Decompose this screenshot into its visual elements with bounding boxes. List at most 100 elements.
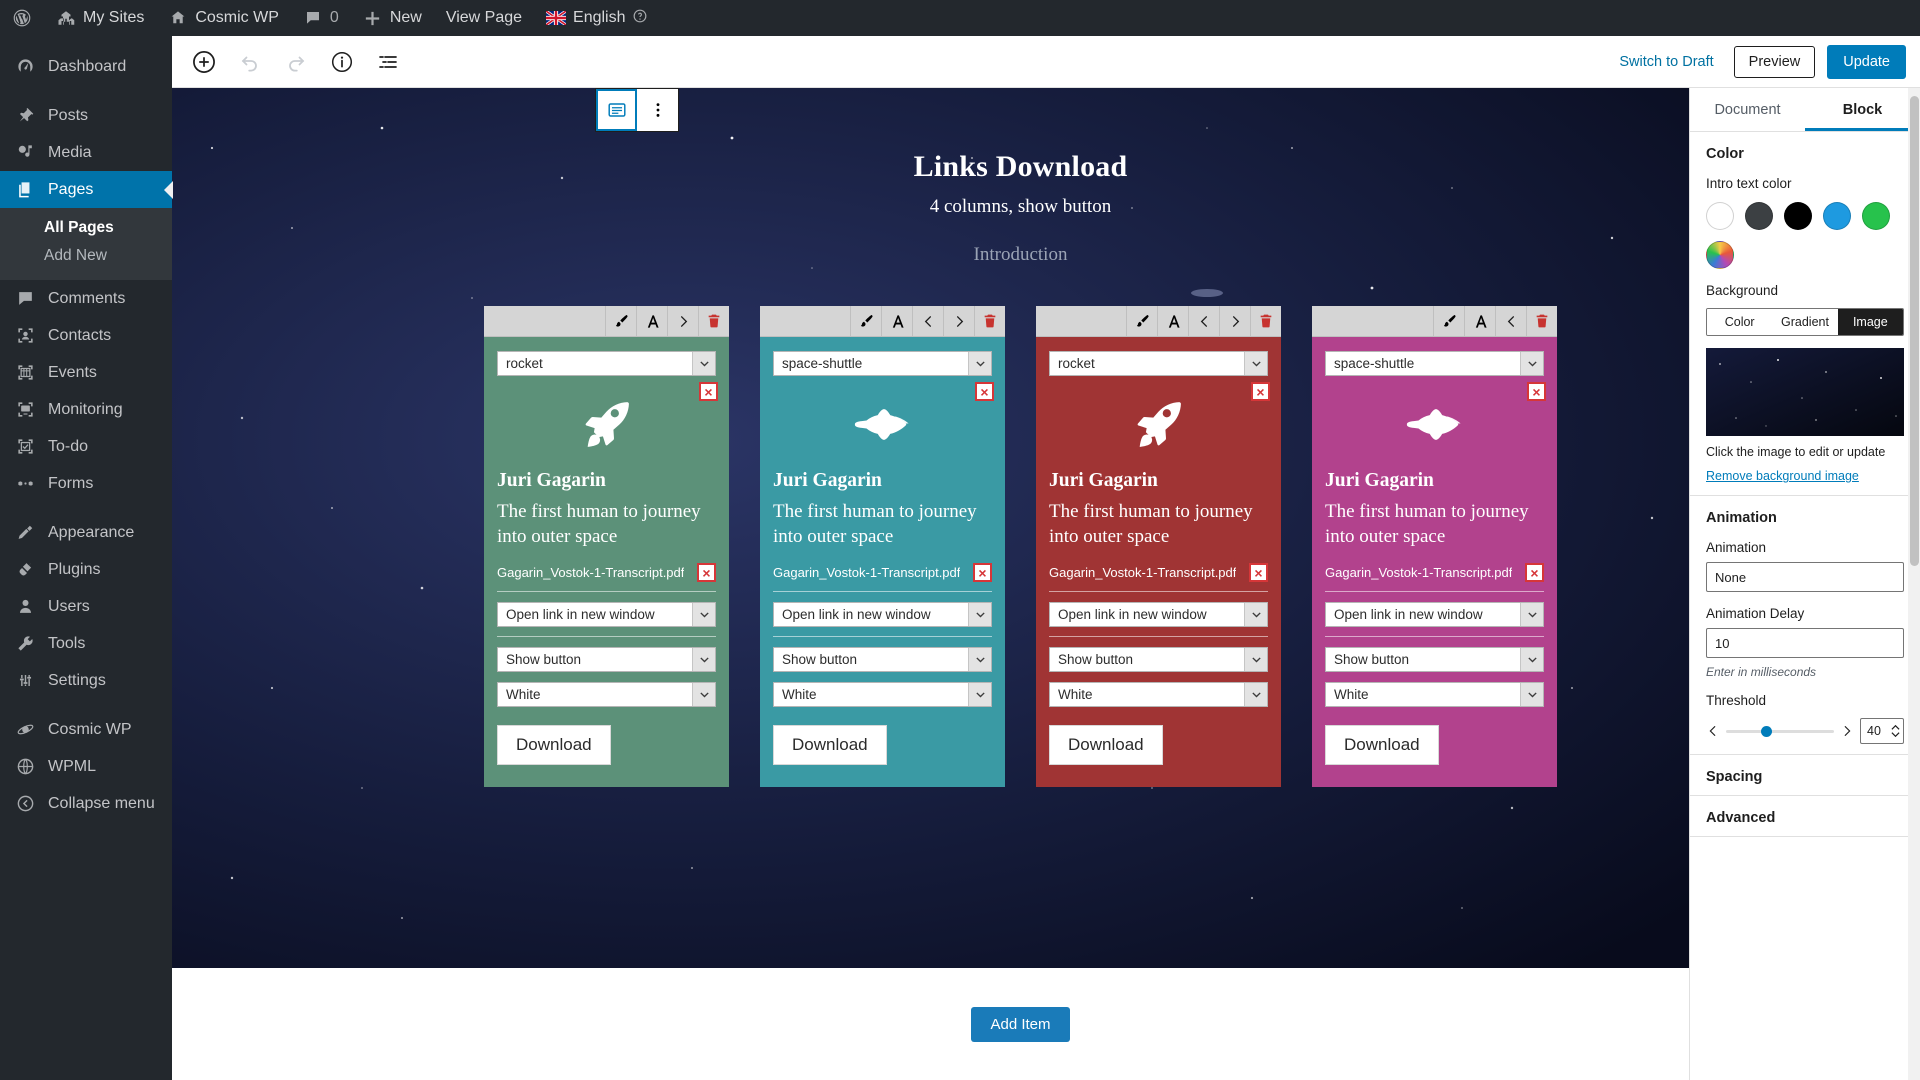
help-icon[interactable] xyxy=(633,9,647,28)
brush-icon[interactable] xyxy=(1126,305,1157,337)
sidebar-item-contacts[interactable]: Contacts xyxy=(0,317,172,354)
trash-icon[interactable] xyxy=(1526,305,1557,337)
sidebar-item-events[interactable]: Events xyxy=(0,354,172,391)
chevron-left-icon[interactable] xyxy=(912,305,943,337)
update-button[interactable]: Update xyxy=(1827,44,1906,79)
sidebar-item-plugins[interactable]: Plugins xyxy=(0,551,172,588)
display-mode-select[interactable]: Show button xyxy=(1325,647,1544,673)
sidebar-item-collapse-menu[interactable]: Collapse menu xyxy=(0,785,172,822)
remove-icon-button[interactable]: × xyxy=(975,382,994,401)
bg-tab-color[interactable]: Color xyxy=(1707,309,1773,335)
add-block-icon[interactable] xyxy=(186,44,222,80)
download-button[interactable]: Download xyxy=(773,725,887,766)
sidebar-item-media[interactable]: Media xyxy=(0,134,172,171)
button-color-select[interactable]: White xyxy=(773,682,992,708)
download-button[interactable]: Download xyxy=(1325,725,1439,766)
download-button[interactable]: Download xyxy=(1049,725,1163,766)
paragraph-block-icon[interactable] xyxy=(596,89,637,131)
sidebar-scrollbar[interactable] xyxy=(1908,88,1920,1080)
sidebar-item-todo[interactable]: To-do xyxy=(0,428,172,465)
threshold-slider[interactable] xyxy=(1726,725,1834,737)
chevron-right-icon[interactable] xyxy=(1219,305,1250,337)
add-item-button[interactable]: Add Item xyxy=(971,1006,1070,1042)
brush-icon[interactable] xyxy=(850,305,881,337)
text-format-icon[interactable] xyxy=(1157,305,1188,337)
color-swatch[interactable] xyxy=(1862,202,1890,230)
sidebar-item-cosmic-wp[interactable]: Cosmic WP xyxy=(0,711,172,748)
remove-icon-button[interactable]: × xyxy=(1251,382,1270,401)
display-mode-select[interactable]: Show button xyxy=(773,647,992,673)
adminbar-item-new[interactable]: New xyxy=(351,0,434,36)
sidebar-item-forms[interactable]: Forms xyxy=(0,465,172,502)
chevron-right-icon[interactable] xyxy=(1840,724,1854,738)
link-target-select[interactable]: Open link in new window xyxy=(1049,602,1268,628)
remove-file-button[interactable]: × xyxy=(1525,563,1544,583)
button-color-select[interactable]: White xyxy=(497,682,716,708)
download-button[interactable]: Download xyxy=(497,725,611,766)
bg-tab-image[interactable]: Image xyxy=(1837,309,1903,335)
sidebar-item-dashboard[interactable]: Dashboard xyxy=(0,48,172,85)
text-format-icon[interactable] xyxy=(881,305,912,337)
sidebar-item-monitoring[interactable]: Monitoring xyxy=(0,391,172,428)
color-swatch[interactable] xyxy=(1823,202,1851,230)
icon-select[interactable]: rocket xyxy=(1049,351,1268,376)
link-target-select[interactable]: Open link in new window xyxy=(773,602,992,628)
slider-thumb[interactable] xyxy=(1760,725,1772,737)
submenu-item-add-new[interactable]: Add New xyxy=(0,242,172,270)
redo-icon[interactable] xyxy=(278,44,314,80)
button-color-select[interactable]: White xyxy=(1049,682,1268,708)
remove-file-button[interactable]: × xyxy=(973,563,992,583)
adminbar-item-site-name[interactable]: Cosmic WP xyxy=(156,0,291,36)
more-options-icon[interactable] xyxy=(637,89,678,131)
background-image-thumbnail[interactable] xyxy=(1706,348,1904,436)
display-mode-select[interactable]: Show button xyxy=(497,647,716,673)
display-mode-select[interactable]: Show button xyxy=(1049,647,1268,673)
sidebar-item-users[interactable]: Users xyxy=(0,588,172,625)
chevron-left-icon[interactable] xyxy=(1495,305,1526,337)
icon-select[interactable]: space-shuttle xyxy=(1325,351,1544,376)
adminbar-item-view-page[interactable]: View Page xyxy=(434,0,534,36)
spacing-section[interactable]: Spacing xyxy=(1690,755,1920,797)
color-swatch[interactable] xyxy=(1745,202,1773,230)
list-view-icon[interactable] xyxy=(370,44,406,80)
threshold-number-input[interactable]: 40 xyxy=(1860,718,1904,745)
remove-background-link[interactable]: Remove background image xyxy=(1706,469,1859,483)
trash-icon[interactable] xyxy=(1250,305,1281,337)
switch-to-draft-button[interactable]: Switch to Draft xyxy=(1611,48,1721,76)
remove-file-button[interactable]: × xyxy=(1249,563,1268,583)
info-icon[interactable] xyxy=(324,44,360,80)
intro-placeholder[interactable]: Introduction xyxy=(172,218,1869,266)
preview-button[interactable]: Preview xyxy=(1733,45,1816,78)
sidebar-item-tools[interactable]: Tools xyxy=(0,625,172,662)
brush-icon[interactable] xyxy=(1433,305,1464,337)
link-target-select[interactable]: Open link in new window xyxy=(1325,602,1544,628)
stepper-icon[interactable] xyxy=(1891,724,1900,738)
submenu-item-all-pages[interactable]: All Pages xyxy=(0,214,172,242)
color-swatch[interactable] xyxy=(1706,202,1734,230)
sidebar-item-pages[interactable]: Pages xyxy=(0,171,173,208)
chevron-left-icon[interactable] xyxy=(1706,724,1720,738)
animation-select[interactable]: None xyxy=(1706,562,1904,593)
brush-icon[interactable] xyxy=(605,305,636,337)
trash-icon[interactable] xyxy=(698,305,729,337)
button-color-select[interactable]: White xyxy=(1325,682,1544,708)
link-target-select[interactable]: Open link in new window xyxy=(497,602,716,628)
tab-block[interactable]: Block xyxy=(1805,88,1920,131)
sidebar-item-settings[interactable]: Settings xyxy=(0,662,172,699)
text-format-icon[interactable] xyxy=(636,305,667,337)
sidebar-item-comments[interactable]: Comments xyxy=(0,280,172,317)
color-swatch-custom[interactable] xyxy=(1706,241,1734,269)
bg-tab-gradient[interactable]: Gradient xyxy=(1772,309,1838,335)
sidebar-item-posts[interactable]: Posts xyxy=(0,97,172,134)
chevron-left-icon[interactable] xyxy=(1188,305,1219,337)
icon-select[interactable]: rocket xyxy=(497,351,716,376)
animation-delay-input[interactable]: 10 xyxy=(1706,628,1904,659)
remove-icon-button[interactable]: × xyxy=(699,382,718,401)
chevron-right-icon[interactable] xyxy=(667,305,698,337)
icon-select[interactable]: space-shuttle xyxy=(773,351,992,376)
remove-file-button[interactable]: × xyxy=(697,563,716,583)
adminbar-item-wordpress[interactable] xyxy=(0,0,44,36)
adminbar-item-comments[interactable]: 0 xyxy=(291,0,351,36)
remove-icon-button[interactable]: × xyxy=(1527,382,1546,401)
undo-icon[interactable] xyxy=(232,44,268,80)
